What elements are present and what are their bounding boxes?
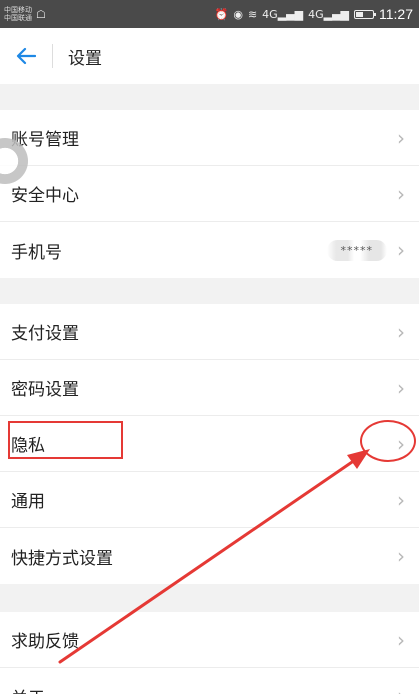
row-label: 密码设置	[11, 380, 79, 400]
row-label: 快捷方式设置	[11, 548, 113, 569]
settings-row-payment[interactable]: 支付设置 ›	[0, 304, 419, 360]
row-label: 求助反馈	[11, 632, 79, 652]
phone-number-value: *****	[326, 239, 387, 261]
chevron-right-icon: ›	[397, 431, 405, 456]
status-time: 11:27	[379, 6, 413, 22]
row-label: 通用	[11, 492, 45, 512]
settings-row-general[interactable]: 通用 ›	[0, 472, 419, 528]
notification-icon: ☖	[36, 7, 46, 21]
settings-row-privacy[interactable]: 隐私 ›	[0, 416, 419, 472]
page-title: 设置	[68, 48, 102, 69]
carrier-1: 中国移动	[4, 6, 32, 14]
wifi-icon: ≋	[247, 7, 258, 21]
chevron-right-icon: ›	[397, 544, 405, 568]
settings-row-phone-number[interactable]: 手机号 ***** ›	[0, 222, 419, 278]
carrier-2: 中国联通	[4, 14, 32, 22]
chevron-right-icon: ›	[397, 238, 405, 262]
title-bar: 设置	[0, 28, 419, 84]
row-label: 支付设置	[11, 324, 79, 344]
status-right: ⏰ ◉ ≋ 4G▂▄▆ 4G▂▄▆ 11:27	[215, 6, 413, 22]
chevron-right-icon: ›	[397, 319, 405, 344]
row-label: 安全中心	[11, 186, 79, 206]
chevron-right-icon: ›	[397, 375, 405, 400]
settings-group-general: 支付设置 › 密码设置 › 隐私 › 通用 › 快捷方式设置 ›	[0, 304, 419, 584]
settings-row-about[interactable]: 关于 ›	[0, 668, 419, 694]
title-divider	[52, 44, 53, 68]
chevron-right-icon: ›	[397, 684, 405, 694]
settings-row-help-feedback[interactable]: 求助反馈 ›	[0, 612, 419, 668]
signal-1-icon: 4G▂▄▆	[262, 7, 304, 21]
signal-2-icon: 4G▂▄▆	[308, 7, 349, 21]
chevron-right-icon: ›	[397, 627, 405, 652]
back-button[interactable]	[0, 28, 52, 84]
row-label: 手机号	[11, 242, 62, 263]
settings-group-help: 求助反馈 › 关于 ›	[0, 612, 419, 694]
settings-row-account-management[interactable]: 账号管理 ›	[0, 110, 419, 166]
carrier-info: 中国移动 中国联通 ☖	[4, 6, 46, 22]
back-arrow-icon	[16, 47, 36, 65]
settings-row-password[interactable]: 密码设置 ›	[0, 360, 419, 416]
row-label: 隐私	[11, 436, 45, 456]
settings-group-account: 账号管理 › 安全中心 › 手机号 ***** ›	[0, 110, 419, 278]
chevron-right-icon: ›	[397, 181, 405, 206]
settings-row-security-center[interactable]: 安全中心 ›	[0, 166, 419, 222]
battery-icon	[354, 9, 376, 19]
status-bar: 中国移动 中国联通 ☖ ⏰ ◉ ≋ 4G▂▄▆ 4G▂▄▆ 11:27	[0, 0, 419, 28]
chevron-right-icon: ›	[397, 125, 405, 150]
alarm-icon: ⏰	[214, 7, 229, 21]
settings-row-shortcuts[interactable]: 快捷方式设置 ›	[0, 528, 419, 584]
chevron-right-icon: ›	[397, 487, 405, 512]
eye-icon: ◉	[233, 7, 243, 21]
row-label: 关于	[11, 684, 45, 694]
